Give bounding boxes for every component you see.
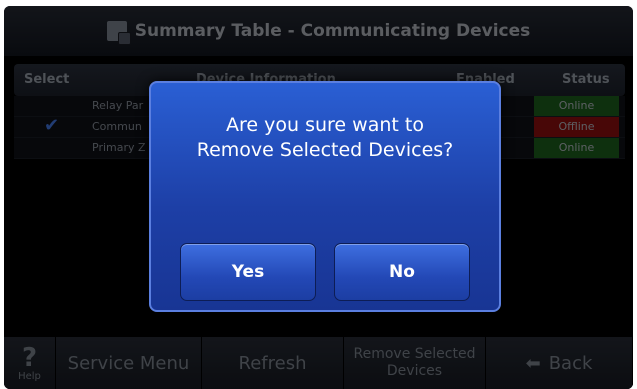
device-info: Relay Par — [92, 99, 144, 112]
yes-button[interactable]: Yes — [180, 243, 316, 301]
refresh-button[interactable]: Refresh — [202, 337, 344, 389]
check-icon[interactable]: ✔ — [44, 115, 59, 136]
page-title: Summary Table - Communicating Devices — [134, 21, 531, 41]
dialog-message-line1: Are you sure want to — [226, 114, 424, 136]
confirm-dialog: Are you sure want to Remove Selected Dev… — [149, 81, 501, 312]
dialog-message: Are you sure want to Remove Selected Dev… — [151, 113, 499, 163]
remove-label-line2: Devices — [386, 363, 443, 379]
device-info: Primary Z — [92, 141, 146, 154]
device-table-icon — [106, 21, 131, 45]
remove-label-line1: Remove Selected — [353, 346, 476, 362]
title-bar: Summary Table - Communicating Devices — [4, 6, 633, 56]
status-badge: Online — [534, 96, 619, 116]
back-button[interactable]: ⬅ Back — [486, 337, 633, 389]
dialog-message-line2: Remove Selected Devices? — [196, 139, 454, 161]
column-header-status: Status — [562, 72, 610, 87]
service-menu-button[interactable]: Service Menu — [56, 337, 202, 389]
column-header-select: Select — [24, 72, 70, 87]
status-badge: Online — [534, 138, 619, 158]
no-button[interactable]: No — [334, 243, 470, 301]
back-arrow-icon: ⬅ — [525, 352, 541, 374]
help-button[interactable]: ? Help — [4, 337, 56, 389]
help-label: Help — [18, 370, 41, 382]
back-label: Back — [548, 352, 593, 374]
status-badge: Offline — [534, 117, 619, 137]
remove-selected-devices-button[interactable]: Remove Selected Devices — [344, 337, 486, 389]
bottom-toolbar: ? Help Service Menu Refresh Remove Selec… — [4, 337, 633, 389]
help-icon: ? — [21, 342, 38, 373]
device-info: Commun — [92, 120, 142, 133]
